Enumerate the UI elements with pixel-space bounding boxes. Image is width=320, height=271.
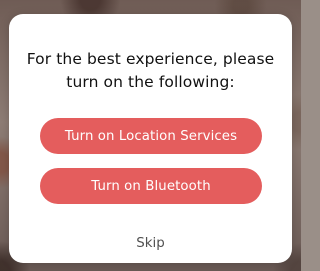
dialog-title: For the best experience, please turn on …: [23, 48, 278, 94]
turn-on-bluetooth-button[interactable]: Turn on Bluetooth: [40, 168, 262, 204]
permissions-dialog: For the best experience, please turn on …: [9, 14, 292, 263]
dialog-title-line-1: For the best experience, please: [26, 50, 275, 68]
dialog-title-line-2: turn on the following:: [66, 73, 235, 91]
turn-on-location-services-button[interactable]: Turn on Location Services: [40, 118, 262, 154]
skip-button[interactable]: Skip: [9, 236, 292, 252]
